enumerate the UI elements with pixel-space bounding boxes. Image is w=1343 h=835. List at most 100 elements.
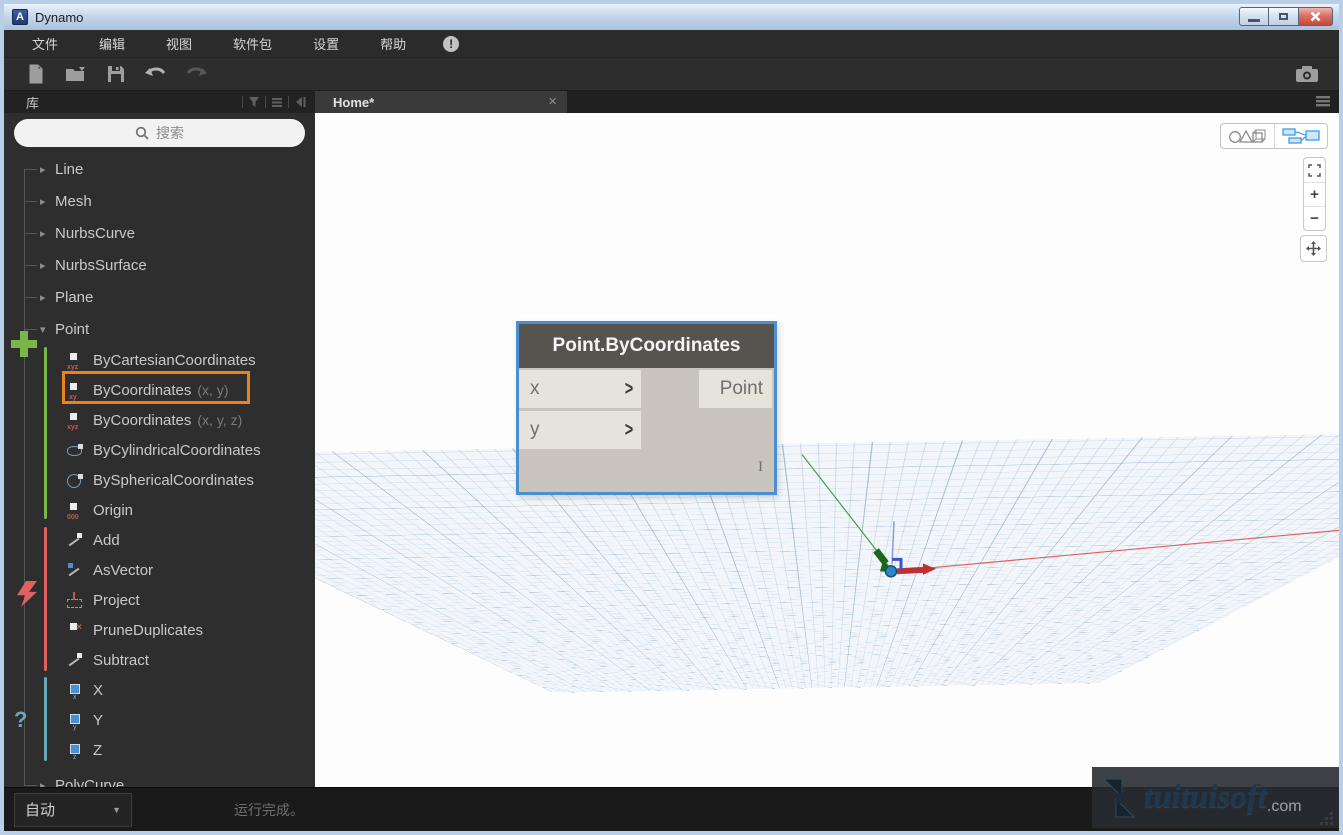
port-label: y [530, 419, 624, 441]
node-point-bycoordinates[interactable]: Point.ByCoordinates x > y > Point I [516, 321, 777, 495]
minimize-button[interactable] [1239, 7, 1269, 26]
camera-icon [1295, 65, 1319, 83]
sidebar-item-mesh[interactable]: ▸ Mesh [4, 185, 315, 217]
chevron-right-icon: ▸ [40, 195, 55, 208]
export-image-button[interactable] [1287, 61, 1327, 87]
save-button[interactable] [96, 61, 136, 87]
library-header: 库 [4, 91, 315, 113]
pan-button[interactable] [1300, 235, 1327, 262]
menu-edit[interactable]: 编辑 [85, 34, 139, 53]
subtract-icon [66, 652, 83, 669]
zoom-in-button[interactable]: + [1304, 182, 1325, 206]
menu-packages[interactable]: 软件包 [219, 34, 286, 53]
collapse-panel-icon[interactable] [294, 96, 307, 108]
menu-file[interactable]: 文件 [18, 34, 72, 53]
redo-button[interactable] [176, 61, 216, 87]
menu-settings[interactable]: 设置 [299, 34, 353, 53]
origin-icon [66, 502, 83, 519]
category-label: Point [55, 321, 89, 338]
library-item-project[interactable]: Project [4, 585, 315, 615]
library-item-x[interactable]: X [4, 675, 315, 705]
grid-plane [315, 430, 1339, 787]
node-canvas[interactable]: Point.ByCoordinates x > y > Point I [315, 113, 1339, 787]
library-item-subtract[interactable]: Subtract [4, 645, 315, 675]
open-file-button[interactable] [56, 61, 96, 87]
pan-icon [1305, 240, 1322, 257]
bysphericalcoordinates-icon [66, 472, 83, 489]
zoom-fit-button[interactable] [1304, 158, 1325, 182]
item-label: AsVector [93, 562, 153, 579]
library-item-z[interactable]: Z [4, 735, 315, 765]
chevron-right-icon: ▸ [40, 259, 55, 272]
library-tree: ? ▸ Line ▸ Mesh ▸ NurbsCurve ▸ NurbsSurf… [4, 149, 315, 787]
tab-overflow-button[interactable] [1315, 94, 1331, 113]
category-label: PolyCurve [55, 777, 124, 788]
search-input[interactable]: 搜索 [14, 119, 305, 147]
menu-view[interactable]: 视图 [152, 34, 206, 53]
category-label: Mesh [55, 193, 92, 210]
menu-help[interactable]: 帮助 [366, 34, 420, 53]
chevron-right-icon: ▸ [40, 227, 55, 240]
input-port-y[interactable]: y > [519, 411, 641, 449]
node-title[interactable]: Point.ByCoordinates [519, 324, 774, 368]
category-label: NurbsSurface [55, 257, 147, 274]
port-label: x [530, 378, 624, 400]
library-item-bycylindricalcoordinates[interactable]: ByCylindricalCoordinates [4, 435, 315, 465]
port-chevron-icon: > [625, 377, 633, 401]
library-item-bycoordinates-xyz[interactable]: ByCoordinates (x, y, z) [4, 405, 315, 435]
input-port-x[interactable]: x > [519, 370, 641, 408]
title-bar[interactable]: A Dynamo [4, 4, 1339, 30]
library-item-add[interactable]: Add [4, 525, 315, 555]
tab-home[interactable]: Home* × [315, 91, 567, 113]
undo-icon [144, 66, 168, 82]
chevron-right-icon: ▸ [40, 291, 55, 304]
sidebar-item-point[interactable]: ▾ Point [4, 313, 315, 345]
filter-icon[interactable] [248, 96, 260, 108]
zoom-out-button[interactable]: − [1304, 206, 1325, 230]
library-item-pruneduplicates[interactable]: PruneDuplicates [4, 615, 315, 645]
add-icon [66, 532, 83, 549]
item-label: Origin [93, 502, 133, 519]
library-panel: 库 搜索 ? [4, 91, 315, 787]
tab-close-icon[interactable]: × [548, 95, 557, 109]
action-category-icon [17, 581, 37, 607]
run-mode-dropdown[interactable]: 自动 ▼ [14, 793, 132, 827]
pruneduplicates-icon [66, 622, 83, 639]
sidebar-item-plane[interactable]: ▸ Plane [4, 281, 315, 313]
window-title: Dynamo [35, 10, 83, 25]
sidebar-item-nurbscurve[interactable]: ▸ NurbsCurve [4, 217, 315, 249]
sidebar-item-polycurve[interactable]: ▸ PolyCurve [4, 769, 315, 787]
library-item-bysphericalcoordinates[interactable]: BySphericalCoordinates [4, 465, 315, 495]
bycoordinates-xy-icon [66, 382, 83, 399]
undo-button[interactable] [136, 61, 176, 87]
geometry-view-button[interactable] [1221, 124, 1274, 148]
item-label: Z [93, 742, 102, 759]
item-label: BySphericalCoordinates [93, 472, 254, 489]
sidebar-item-nurbssurface[interactable]: ▸ NurbsSurface [4, 249, 315, 281]
watermark-tld: .com [1267, 798, 1302, 816]
lacing-indicator[interactable]: I [758, 459, 763, 476]
chevron-right-icon: ▸ [40, 163, 55, 176]
node-body: x > y > Point I [519, 368, 774, 479]
new-file-button[interactable] [16, 61, 56, 87]
library-item-origin[interactable]: Origin [4, 495, 315, 525]
library-item-asvector[interactable]: AsVector [4, 555, 315, 585]
maximize-button[interactable] [1269, 7, 1299, 26]
project-icon [66, 592, 83, 609]
list-view-icon[interactable] [271, 96, 283, 108]
sidebar-item-line[interactable]: ▸ Line [4, 153, 315, 185]
view-mode-toggles [1220, 123, 1328, 149]
library-title: 库 [26, 93, 237, 112]
save-icon [107, 65, 125, 83]
bycoordinates-xyz-icon [66, 412, 83, 429]
search-icon [135, 126, 149, 140]
output-port-point[interactable]: Point [699, 370, 772, 408]
geometry-view-icon [1228, 128, 1266, 144]
graph-view-button[interactable] [1274, 124, 1328, 148]
minimize-icon [1248, 19, 1260, 22]
library-item-y[interactable]: Y [4, 705, 315, 735]
toolbar [4, 58, 1339, 91]
notification-alert-icon[interactable]: ! [443, 36, 459, 52]
close-button[interactable] [1299, 7, 1333, 26]
window-controls [1239, 7, 1333, 26]
